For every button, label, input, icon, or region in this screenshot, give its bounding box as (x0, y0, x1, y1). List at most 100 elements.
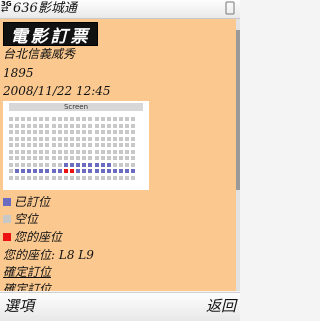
seat[interactable] (39, 130, 43, 134)
seat[interactable] (9, 169, 13, 173)
seat[interactable] (58, 136, 62, 141)
seat[interactable] (113, 123, 117, 128)
seat[interactable] (64, 123, 68, 128)
seat[interactable] (15, 143, 19, 147)
seat[interactable] (95, 130, 99, 134)
seat[interactable] (95, 175, 99, 180)
seat[interactable] (9, 149, 13, 154)
seat[interactable] (58, 123, 62, 128)
seat[interactable] (9, 136, 13, 141)
seat[interactable] (45, 175, 49, 180)
seat[interactable] (107, 175, 111, 180)
seat[interactable] (21, 162, 25, 167)
seat[interactable] (88, 156, 92, 160)
seat[interactable] (119, 143, 123, 147)
seat[interactable] (101, 136, 105, 141)
seat[interactable] (125, 136, 129, 141)
seat[interactable] (45, 117, 49, 121)
seat[interactable] (21, 123, 25, 128)
seat[interactable] (9, 117, 13, 121)
seat[interactable] (21, 117, 25, 121)
seat[interactable] (119, 136, 123, 141)
seat[interactable] (58, 169, 62, 173)
seat[interactable] (70, 117, 74, 121)
seat[interactable] (131, 117, 135, 121)
seat[interactable] (113, 175, 117, 180)
seat[interactable] (58, 162, 62, 167)
seat[interactable] (101, 143, 105, 147)
seat[interactable] (88, 143, 92, 147)
seat[interactable] (131, 130, 135, 134)
seat[interactable] (52, 136, 56, 141)
seat[interactable] (33, 156, 37, 160)
seat[interactable] (101, 130, 105, 134)
seat[interactable] (88, 117, 92, 121)
confirm-booking-link[interactable]: 確定訂位 (3, 265, 51, 279)
seat[interactable] (58, 117, 62, 121)
options-softkey[interactable]: 選項 (4, 296, 34, 316)
seat[interactable] (125, 162, 129, 167)
seat[interactable] (125, 169, 129, 173)
seat[interactable] (58, 130, 62, 134)
seat[interactable] (52, 143, 56, 147)
seat[interactable] (39, 156, 43, 160)
seat[interactable] (27, 143, 31, 147)
seat[interactable] (119, 117, 123, 121)
seat[interactable] (119, 169, 123, 173)
seat[interactable] (88, 169, 92, 173)
seat[interactable] (64, 136, 68, 141)
seat[interactable] (52, 117, 56, 121)
seat[interactable] (113, 169, 117, 173)
seat[interactable] (101, 175, 105, 180)
seat[interactable] (107, 162, 111, 167)
seat[interactable] (125, 117, 129, 121)
seat[interactable] (70, 162, 74, 167)
seat[interactable] (33, 117, 37, 121)
seat[interactable] (82, 130, 86, 134)
seat[interactable] (39, 162, 43, 167)
seat[interactable] (113, 117, 117, 121)
seat[interactable] (82, 123, 86, 128)
seat[interactable] (27, 130, 31, 134)
seat[interactable] (95, 136, 99, 141)
seat[interactable] (76, 143, 80, 147)
seat[interactable] (88, 136, 92, 141)
seat[interactable] (21, 143, 25, 147)
seat[interactable] (119, 149, 123, 154)
seat[interactable] (27, 117, 31, 121)
seat[interactable] (33, 149, 37, 154)
seat[interactable] (76, 175, 80, 180)
seat[interactable] (39, 175, 43, 180)
seat[interactable] (39, 143, 43, 147)
seat[interactable] (15, 136, 19, 141)
seat[interactable] (52, 149, 56, 154)
seat[interactable] (119, 130, 123, 134)
seat[interactable] (101, 123, 105, 128)
scrollbar-thumb[interactable] (236, 30, 240, 190)
seat[interactable] (131, 123, 135, 128)
seat[interactable] (88, 175, 92, 180)
seat[interactable] (39, 169, 43, 173)
seat[interactable] (15, 169, 19, 173)
seat[interactable] (82, 175, 86, 180)
seat[interactable] (82, 169, 86, 173)
seat[interactable] (119, 123, 123, 128)
seat[interactable] (70, 143, 74, 147)
seat[interactable] (131, 143, 135, 147)
seat[interactable] (82, 149, 86, 154)
seat[interactable] (82, 162, 86, 167)
seat[interactable] (113, 143, 117, 147)
seat[interactable] (45, 143, 49, 147)
seat[interactable] (39, 117, 43, 121)
seat[interactable] (52, 162, 56, 167)
seat-grid[interactable] (7, 117, 147, 187)
seat[interactable] (113, 136, 117, 141)
seat[interactable] (88, 162, 92, 167)
seat[interactable] (45, 156, 49, 160)
seat[interactable] (95, 162, 99, 167)
seat[interactable] (76, 117, 80, 121)
seat[interactable] (95, 149, 99, 154)
seat[interactable] (15, 123, 19, 128)
seat[interactable] (88, 123, 92, 128)
seat[interactable] (131, 156, 135, 160)
